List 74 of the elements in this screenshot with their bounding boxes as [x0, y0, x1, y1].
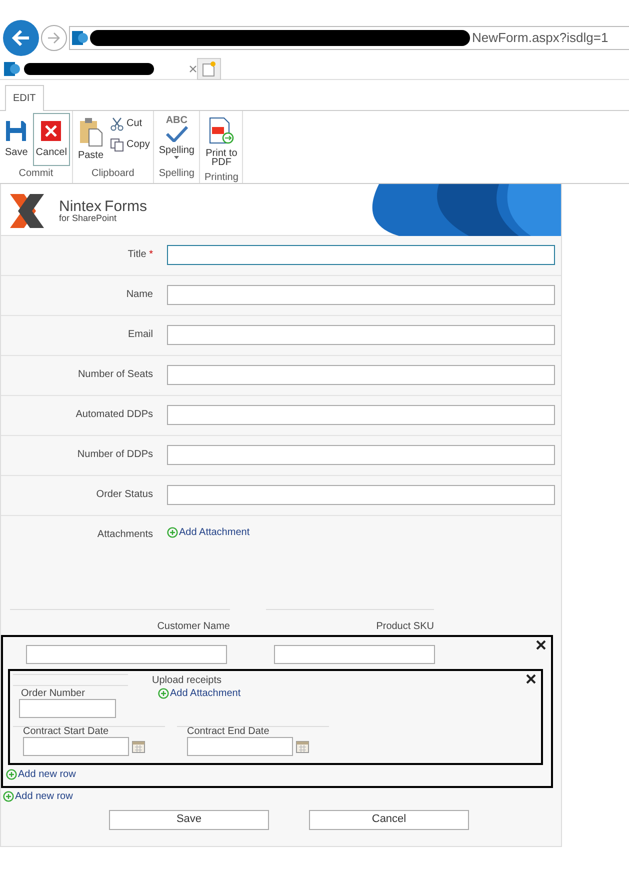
pdf-icon [208, 117, 234, 145]
calendar-icon[interactable] [132, 740, 145, 752]
add-icon [167, 527, 178, 538]
new-tab-icon [202, 60, 216, 76]
group-label: Commit [18, 167, 54, 181]
text-field[interactable] [26, 645, 227, 664]
paste-button[interactable]: Paste [74, 113, 107, 166]
logo-text: Nintex [59, 199, 102, 214]
text-field[interactable] [167, 325, 555, 345]
scissors-icon [110, 116, 124, 130]
add-icon [158, 688, 169, 699]
text-field[interactable] [167, 285, 555, 305]
close-icon [526, 674, 536, 684]
column-header: Customer Name [10, 609, 230, 634]
group-label: Printing [204, 171, 240, 185]
add-icon [3, 791, 14, 802]
url-text: NewForm.aspx?isdlg=1 [472, 29, 608, 48]
field-label: Name [126, 289, 153, 300]
copy-button[interactable]: Copy [108, 134, 151, 155]
calendar-icon[interactable] [296, 740, 309, 752]
paste-icon [78, 117, 103, 147]
field-label: Order Status [96, 489, 153, 500]
add-row-link[interactable]: Add new row [6, 767, 76, 782]
close-icon [536, 640, 546, 650]
add-attachment-link[interactable]: Add Attachment [167, 525, 250, 540]
group-label: Spelling [158, 167, 196, 181]
group-label: Clipboard [90, 167, 136, 181]
text-field[interactable] [19, 699, 116, 718]
add-attachment-link[interactable]: Add Attachment [158, 686, 241, 701]
close-icon[interactable] [189, 64, 197, 72]
text-field[interactable] [167, 365, 555, 385]
field-label: Contract End Date [186, 727, 270, 737]
back-button[interactable] [3, 20, 39, 56]
save-button[interactable]: Save [2, 113, 31, 166]
forward-arrow-icon [47, 31, 61, 45]
pdf-button[interactable]: Print to PDF [202, 113, 240, 170]
cancel-icon [40, 120, 62, 142]
field-label: Number of Seats [78, 369, 153, 380]
logo-text: Forms [104, 199, 148, 214]
close-button[interactable] [526, 674, 536, 684]
date-field[interactable] [23, 737, 129, 756]
cut-button[interactable]: Cut [108, 113, 151, 134]
ribbon-tab[interactable]: EDIT [5, 85, 44, 111]
field-label: Contract Start Date [22, 727, 110, 737]
text-field[interactable] [167, 485, 555, 505]
logo-subtitle: for SharePoint [59, 214, 118, 223]
field-label: Attachments [97, 529, 153, 540]
text-field[interactable] [167, 445, 555, 465]
new-tab-button[interactable] [197, 58, 221, 80]
required-mark: * [149, 249, 153, 260]
back-arrow-icon [10, 27, 32, 49]
text-field[interactable] [167, 405, 555, 425]
add-icon [6, 769, 17, 780]
save-button[interactable]: Save [109, 810, 269, 830]
forward-button[interactable] [41, 25, 67, 51]
field-label: Upload receipts [152, 676, 222, 686]
checkmark-icon [164, 126, 189, 142]
field-label: Number of DDPs [77, 449, 153, 460]
text-field[interactable] [274, 645, 435, 664]
spelling-button[interactable]: ABC Spelling [156, 113, 198, 166]
copy-icon [110, 138, 124, 152]
add-row-link[interactable]: Add new row [3, 789, 73, 804]
field-label: Automated DDPs [76, 409, 153, 420]
cancel-button[interactable]: Cancel [309, 810, 469, 830]
field-label: Title [128, 249, 146, 260]
date-field[interactable] [187, 737, 293, 756]
column-header: Product SKU [266, 609, 434, 634]
caret-icon [174, 156, 180, 159]
address-bar[interactable]: NewForm.aspx?isdlg=1 [69, 26, 629, 50]
field-label: Email [128, 329, 153, 340]
save-icon [5, 120, 28, 142]
close-button[interactable] [536, 640, 546, 650]
text-field[interactable] [167, 245, 555, 265]
cancel-button[interactable]: Cancel [32, 113, 70, 166]
